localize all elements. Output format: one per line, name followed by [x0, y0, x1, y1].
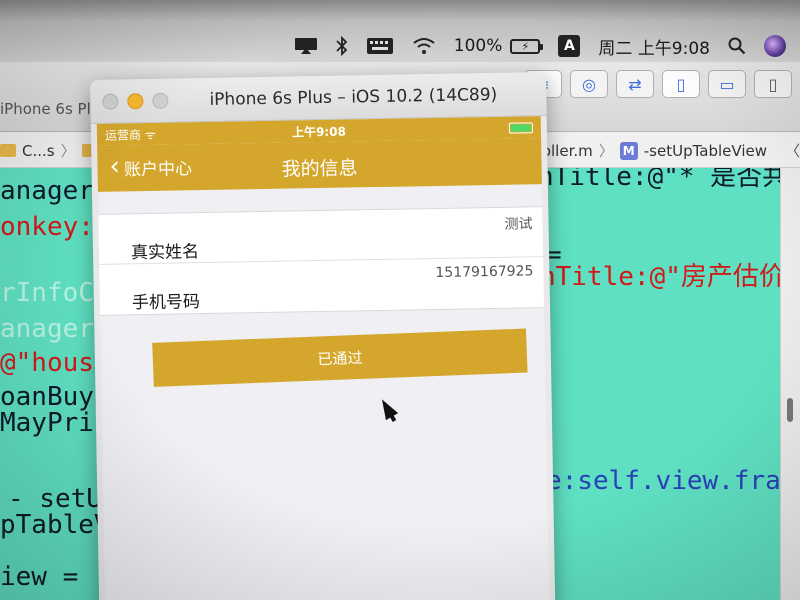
- minimize-window-button[interactable]: [127, 93, 144, 110]
- battery-icon: [508, 121, 533, 134]
- folder-icon: [0, 144, 16, 157]
- zoom-window-button[interactable]: [152, 92, 169, 109]
- version-editor-icon[interactable]: ⇄: [616, 70, 654, 98]
- xcode-toolbar-buttons: ≡ ◎ ⇄ ▯ ▭ ▯: [524, 70, 792, 98]
- assistant-editor-icon[interactable]: ◎: [570, 70, 608, 98]
- keyboard-icon[interactable]: [366, 37, 394, 55]
- nav-bar: ‹ 账户中心 我的信息: [97, 138, 542, 192]
- code-line: nTitle:@"* 是否共: [538, 168, 780, 192]
- row-label: 手机号码: [131, 292, 201, 314]
- editor-scrollbar[interactable]: [780, 168, 800, 600]
- window-controls: [102, 92, 169, 110]
- utilities-toggle-icon[interactable]: ▯: [754, 70, 792, 98]
- simulator-window: iPhone 6s Plus – iOS 10.2 (14C89) 运营商 ᯤ …: [90, 72, 556, 600]
- siri-icon[interactable]: [764, 35, 786, 57]
- jumpbar-path-item[interactable]: C...s: [22, 142, 55, 160]
- info-list: 真实姓名 测试 手机号码 15179167925: [98, 206, 545, 316]
- row-value: 测试: [504, 216, 533, 233]
- method-badge-icon: M: [619, 141, 638, 160]
- back-button-label: 账户中心: [123, 159, 193, 181]
- scrollbar-thumb[interactable]: [787, 398, 793, 422]
- carrier-label: 运营商 ᯤ: [104, 127, 156, 143]
- row-value: 15179167925: [435, 263, 534, 281]
- input-source-icon[interactable]: A: [558, 35, 581, 57]
- battery-percent: 100%: [453, 36, 503, 56]
- status-time: 上午9:08: [291, 124, 346, 139]
- row-label: 真实姓名: [130, 242, 200, 264]
- mac-menu-bar: 100% ⚡ A 周二 上午9:08: [0, 0, 800, 70]
- code-line: e:self.view.frame: [546, 466, 780, 496]
- simulator-title-bar[interactable]: iPhone 6s Plus – iOS 10.2 (14C89): [90, 72, 547, 124]
- debug-toggle-icon[interactable]: ▭: [708, 70, 746, 98]
- chevron-left-icon: ‹: [109, 151, 121, 182]
- navigator-toggle-icon[interactable]: ▯: [662, 70, 700, 98]
- search-icon[interactable]: [728, 37, 746, 55]
- passed-button[interactable]: 已通过: [152, 328, 528, 387]
- chevron-right-icon: 〉: [598, 142, 614, 160]
- jumpbar-method[interactable]: -setUpTableView: [644, 142, 767, 160]
- close-window-button[interactable]: [102, 93, 119, 110]
- wifi-icon: ᯤ: [144, 127, 156, 142]
- airplay-icon[interactable]: [294, 37, 318, 55]
- battery-icon[interactable]: ⚡: [510, 38, 544, 54]
- phone-screen: 运营商 ᯤ 上午9:08 ‹ 账户中心 我的信息 真实姓名 测试 手机号码 15…: [96, 116, 550, 600]
- list-item-real-name[interactable]: 真实姓名 测试: [98, 207, 544, 265]
- code-line: nTitle:@"房产估价": [540, 262, 780, 292]
- bluetooth-icon[interactable]: [336, 36, 348, 56]
- menubar-clock[interactable]: 周二 上午9:08: [598, 34, 710, 59]
- simulator-title: iPhone 6s Plus – iOS 10.2 (14C89): [209, 84, 498, 110]
- back-button[interactable]: ‹ 账户中心: [109, 151, 193, 182]
- page-title: 我的信息: [281, 157, 358, 181]
- wifi-icon[interactable]: [412, 37, 436, 55]
- chevron-right-icon: 〉: [60, 142, 76, 160]
- list-item-phone-number[interactable]: 手机号码 15179167925: [99, 257, 544, 315]
- chevron-left-icon[interactable]: 〈: [785, 140, 800, 161]
